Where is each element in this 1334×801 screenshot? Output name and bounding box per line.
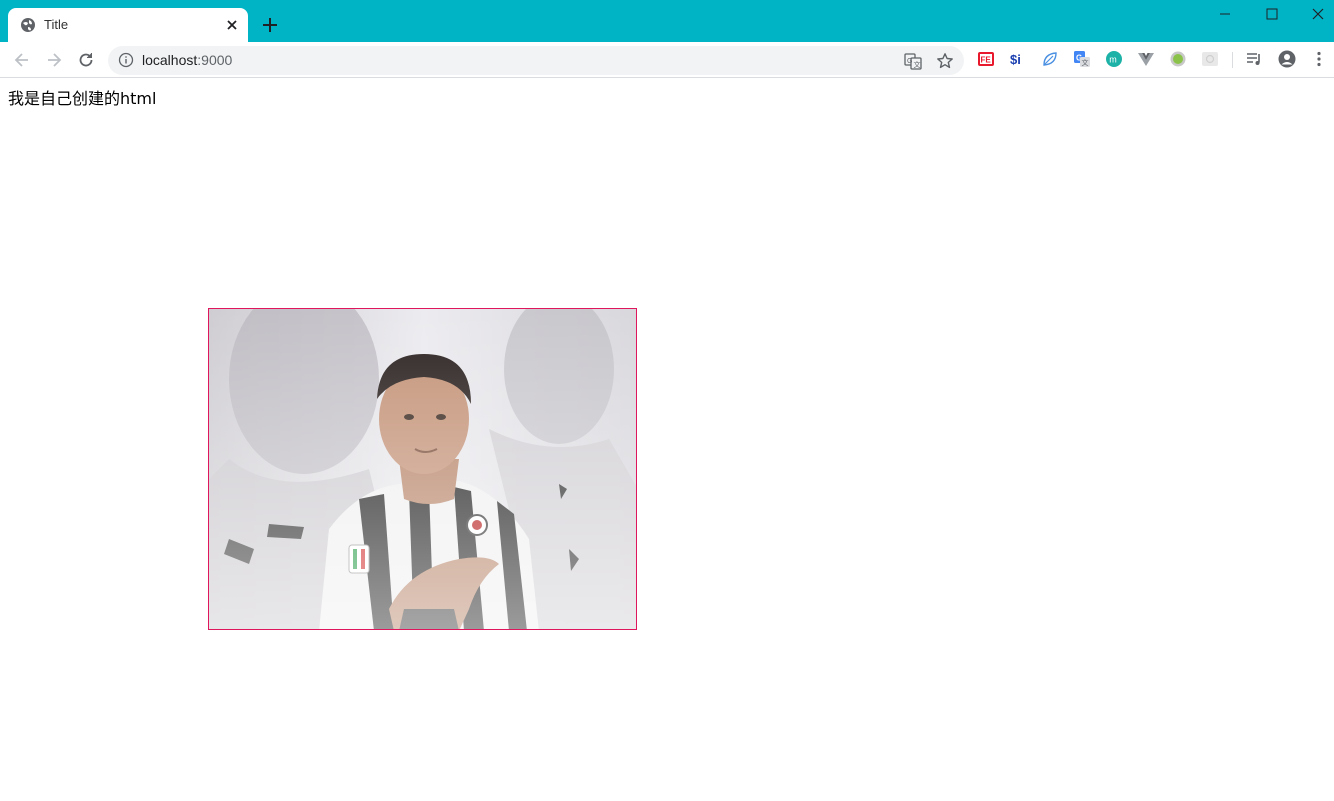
dollar-i-extension-icon[interactable]: $i — [1009, 50, 1027, 68]
reading-list-icon[interactable] — [1245, 50, 1263, 68]
browser-tab[interactable]: Title — [8, 8, 248, 42]
url-text[interactable]: localhost:9000 — [142, 52, 232, 69]
google-translate-extension-icon[interactable]: G 文 — [1073, 50, 1091, 68]
close-icon[interactable] — [1295, 0, 1334, 30]
svg-text:G: G — [907, 58, 912, 65]
plus-icon[interactable] — [260, 15, 280, 35]
svg-text:文: 文 — [1082, 58, 1089, 67]
leaf-extension-icon[interactable] — [1041, 50, 1059, 68]
globe-icon — [21, 18, 35, 32]
football-player-photo — [208, 308, 637, 630]
fe-extension-icon[interactable]: FE — [977, 50, 995, 68]
tab-close-icon[interactable] — [224, 17, 240, 33]
page-text: 我是自己创建的html — [8, 89, 157, 108]
back-arrow-icon[interactable] — [12, 50, 32, 70]
reload-icon[interactable] — [76, 50, 96, 70]
photo-illustration — [209, 309, 636, 629]
bookmark-star-icon[interactable] — [936, 52, 954, 70]
minimize-icon[interactable] — [1202, 0, 1248, 30]
tab-title: Title — [44, 17, 69, 32]
green-circle-extension-icon[interactable] — [1169, 50, 1187, 68]
info-icon[interactable] — [118, 52, 134, 68]
svg-text:$i: $i — [1010, 52, 1021, 67]
m-extension-icon[interactable]: m — [1105, 50, 1123, 68]
menu-icon[interactable] — [1310, 50, 1328, 68]
url-port: :9000 — [197, 52, 233, 68]
address-bar[interactable]: localhost:9000 G 文 — [108, 46, 964, 75]
svg-text:m: m — [1109, 55, 1117, 65]
toolbar-separator — [1232, 52, 1233, 68]
translate-icon[interactable]: G 文 — [904, 52, 922, 70]
gray-box-extension-icon[interactable] — [1201, 50, 1219, 68]
vue-devtools-extension-icon[interactable] — [1137, 50, 1155, 68]
maximize-icon[interactable] — [1249, 0, 1295, 30]
browser-toolbar: localhost:9000 G 文 — [0, 42, 1334, 78]
svg-text:文: 文 — [914, 60, 921, 69]
forward-arrow-icon[interactable] — [44, 50, 64, 70]
browser-titlebar: Title — [0, 0, 1334, 42]
url-host: localhost — [142, 52, 198, 68]
profile-icon[interactable] — [1278, 50, 1296, 68]
svg-text:FE: FE — [981, 56, 992, 65]
